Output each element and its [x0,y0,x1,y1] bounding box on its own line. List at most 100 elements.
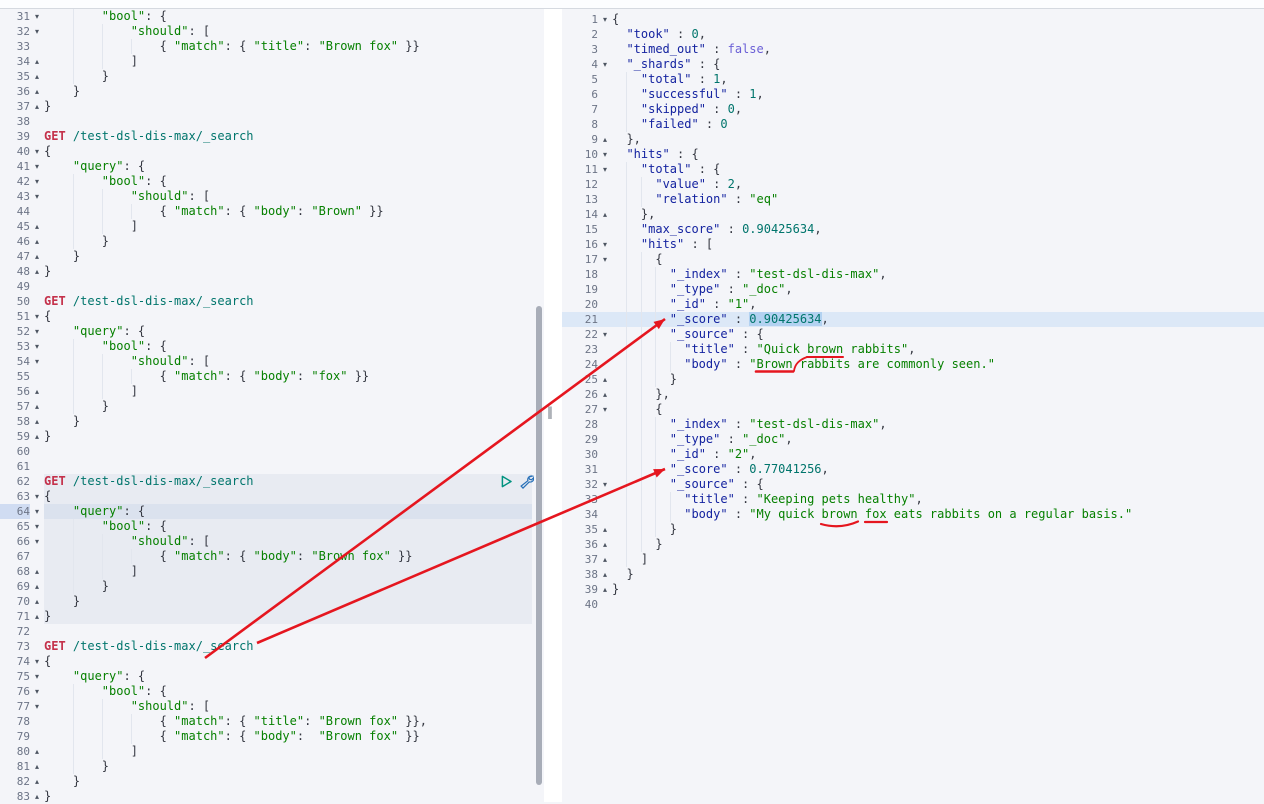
code-line[interactable]: 51▾{ [0,309,532,324]
code-line[interactable]: 32▾"_source" : { [562,477,1264,492]
code-line[interactable]: 81▴} [0,759,532,774]
code-line[interactable]: 79{ "match": { "body": "Brown fox" }} [0,729,532,744]
fold-toggle-icon[interactable]: ▾ [598,12,612,27]
code-line[interactable]: 34"body" : "My quick brown fox eats rabb… [562,507,1264,522]
fold-toggle-icon[interactable]: ▴ [30,249,44,264]
send-request-button[interactable] [499,474,514,489]
code-line[interactable]: 66▾"should": [ [0,534,532,549]
fold-toggle-icon[interactable]: ▴ [598,552,612,567]
fold-toggle-icon[interactable]: ▾ [30,684,44,699]
fold-toggle-icon[interactable]: ▾ [598,162,612,177]
fold-toggle-icon[interactable]: ▴ [598,567,612,582]
code-line[interactable]: 65▾"bool": { [0,519,532,534]
code-line[interactable]: 9▴}, [562,132,1264,147]
code-line[interactable]: 40▾{ [0,144,532,159]
code-line[interactable]: 55{ "match": { "body": "fox" }} [0,369,532,384]
fold-toggle-icon[interactable]: ▾ [598,147,612,162]
fold-toggle-icon[interactable]: ▾ [30,654,44,669]
code-line[interactable]: 44{ "match": { "body": "Brown" }} [0,204,532,219]
code-line[interactable]: 47▴} [0,249,532,264]
code-line[interactable]: 38▴} [562,567,1264,582]
fold-toggle-icon[interactable]: ▴ [30,234,44,249]
code-line[interactable]: 38 [0,114,532,129]
code-line[interactable]: 73GET /test-dsl-dis-max/_search [0,639,532,654]
fold-toggle-icon[interactable]: ▴ [30,744,44,759]
code-line[interactable]: 59▴} [0,429,532,444]
code-line[interactable]: 28"_index" : "test-dsl-dis-max", [562,417,1264,432]
fold-toggle-icon[interactable]: ▴ [30,759,44,774]
code-line[interactable]: 82▴} [0,774,532,789]
code-line[interactable]: 68▴] [0,564,532,579]
code-line[interactable]: 32▾"should": [ [0,24,532,39]
code-line[interactable]: 31"_score" : 0.77041256, [562,462,1264,477]
fold-toggle-icon[interactable]: ▴ [598,387,612,402]
code-line[interactable]: 30"_id" : "2", [562,447,1264,462]
code-line[interactable]: 52▾"query": { [0,324,532,339]
code-line[interactable]: 63▾{ [0,489,532,504]
code-line[interactable]: 18"_index" : "test-dsl-dis-max", [562,267,1264,282]
code-line[interactable]: 36▴} [562,537,1264,552]
request-settings-button[interactable] [519,474,534,489]
code-line[interactable]: 20"_id" : "1", [562,297,1264,312]
code-line[interactable]: 1▾{ [562,12,1264,27]
fold-toggle-icon[interactable]: ▾ [30,159,44,174]
code-line[interactable]: 14▴}, [562,207,1264,222]
fold-toggle-icon[interactable]: ▾ [30,189,44,204]
fold-toggle-icon[interactable]: ▾ [30,9,44,24]
code-line[interactable]: 23"title" : "Quick brown rabbits", [562,342,1264,357]
code-line[interactable]: 21"_score" : 0.90425634, [562,312,1264,327]
fold-toggle-icon[interactable]: ▾ [598,402,612,417]
fold-toggle-icon[interactable]: ▴ [30,264,44,279]
code-line[interactable]: 10▾"hits" : { [562,147,1264,162]
fold-toggle-icon[interactable]: ▾ [30,519,44,534]
code-line[interactable]: 41▾"query": { [0,159,532,174]
code-line[interactable]: 70▴} [0,594,532,609]
code-line[interactable]: 39▴} [562,582,1264,597]
code-line[interactable]: 67{ "match": { "body": "Brown fox" }} [0,549,532,564]
code-line[interactable]: 40 [562,597,1264,612]
code-line[interactable]: 26▴}, [562,387,1264,402]
code-line[interactable]: 75▾"query": { [0,669,532,684]
code-line[interactable]: 33"title" : "Keeping pets healthy", [562,492,1264,507]
code-line[interactable]: 74▾{ [0,654,532,669]
code-line[interactable]: 25▴} [562,372,1264,387]
code-line[interactable]: 2"took" : 0, [562,27,1264,42]
fold-toggle-icon[interactable]: ▴ [30,429,44,444]
fold-toggle-icon[interactable]: ▾ [30,339,44,354]
code-line[interactable]: 54▾"should": [ [0,354,532,369]
code-line[interactable]: 56▴] [0,384,532,399]
fold-toggle-icon[interactable]: ▾ [598,237,612,252]
code-line[interactable]: 43▾"should": [ [0,189,532,204]
code-line[interactable]: 61 [0,459,532,474]
fold-toggle-icon[interactable]: ▴ [598,537,612,552]
code-line[interactable]: 46▴} [0,234,532,249]
fold-toggle-icon[interactable]: ▾ [30,534,44,549]
fold-toggle-icon[interactable]: ▾ [30,669,44,684]
fold-toggle-icon[interactable]: ▴ [30,579,44,594]
fold-toggle-icon[interactable]: ▴ [598,132,612,147]
code-line[interactable]: 49 [0,279,532,294]
code-line[interactable]: 19"_type" : "_doc", [562,282,1264,297]
code-line[interactable]: 34▴] [0,54,532,69]
code-line[interactable]: 17▾{ [562,252,1264,267]
code-line[interactable]: 37▴} [0,99,532,114]
code-line[interactable]: 16▾"hits" : [ [562,237,1264,252]
fold-toggle-icon[interactable]: ▴ [30,54,44,69]
pane-resizer[interactable]: ‖ [544,9,562,802]
code-line[interactable]: 7"skipped" : 0, [562,102,1264,117]
code-line[interactable]: 35▴} [0,69,532,84]
fold-toggle-icon[interactable]: ▴ [598,207,612,222]
code-line[interactable]: 33{ "match": { "title": "Brown fox" }} [0,39,532,54]
code-line[interactable]: 72 [0,624,532,639]
code-line[interactable]: 48▴} [0,264,532,279]
code-line[interactable]: 31▾"bool": { [0,9,532,24]
fold-toggle-icon[interactable]: ▾ [30,144,44,159]
request-editor[interactable]: 31▾"bool": {32▾"should": [33{ "match": {… [0,9,532,804]
scrollbar-thumb[interactable] [536,306,542,785]
fold-toggle-icon[interactable]: ▴ [30,99,44,114]
fold-toggle-icon[interactable]: ▾ [30,24,44,39]
code-line[interactable]: 50GET /test-dsl-dis-max/_search [0,294,532,309]
fold-toggle-icon[interactable]: ▴ [598,372,612,387]
fold-toggle-icon[interactable]: ▾ [598,327,612,342]
code-line[interactable]: 6"successful" : 1, [562,87,1264,102]
